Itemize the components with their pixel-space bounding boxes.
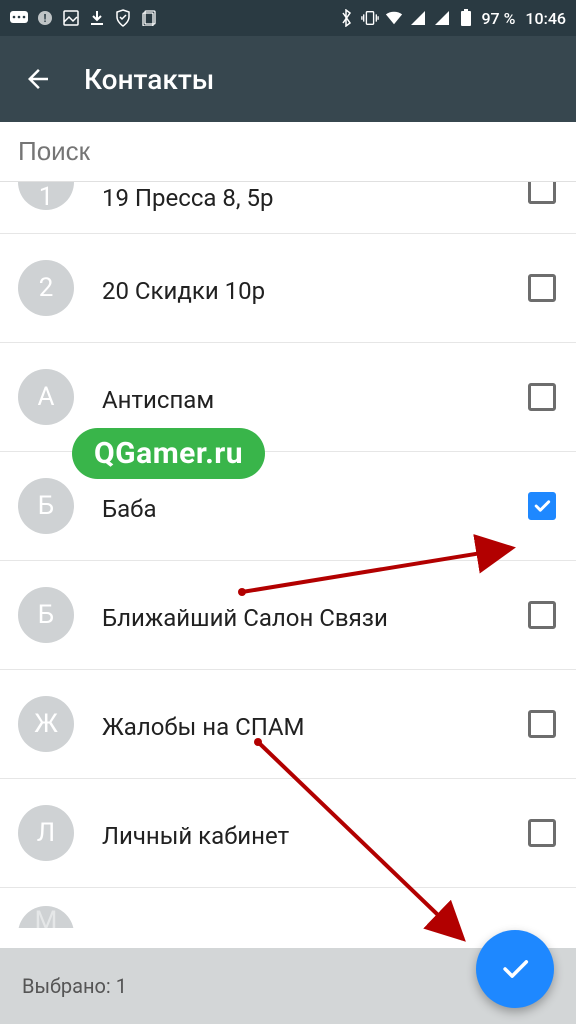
shield-icon bbox=[114, 9, 132, 27]
clipboard-icon bbox=[140, 9, 158, 27]
battery-icon bbox=[457, 9, 475, 27]
contact-list: 1 19 Пресса 8, 5p 2 20 Скидки 10р А Анти… bbox=[0, 182, 576, 928]
contact-name: Баба bbox=[102, 489, 528, 523]
avatar: Б bbox=[18, 587, 74, 643]
list-item[interactable]: 2 20 Скидки 10р bbox=[0, 234, 576, 343]
watermark-badge: QGamer.ru bbox=[72, 428, 265, 479]
annotation-arrow-1 bbox=[230, 532, 540, 606]
signal-1-icon bbox=[409, 9, 427, 27]
battery-percent: 97 % bbox=[481, 9, 515, 28]
annotation-arrow-2 bbox=[248, 734, 498, 963]
arrow-left-icon bbox=[23, 64, 53, 94]
avatar: Б bbox=[18, 478, 74, 534]
mms-icon bbox=[10, 9, 28, 27]
bluetooth-icon bbox=[337, 9, 355, 27]
svg-text:!: ! bbox=[44, 12, 47, 25]
checkbox[interactable] bbox=[528, 383, 556, 411]
back-button[interactable] bbox=[18, 59, 58, 99]
page-title: Контакты bbox=[84, 63, 214, 96]
avatar: А bbox=[18, 369, 74, 425]
check-icon bbox=[498, 952, 532, 986]
checkbox[interactable] bbox=[528, 492, 556, 520]
contact-name: 19 Пресса 8, 5p bbox=[102, 182, 528, 212]
confirm-fab[interactable] bbox=[476, 930, 554, 1008]
selected-label: Выбрано: 1 bbox=[22, 974, 127, 998]
checkbox[interactable] bbox=[528, 819, 556, 847]
clock: 10:46 bbox=[525, 9, 566, 28]
contact-name: Антиспам bbox=[102, 380, 528, 414]
status-right-icons: 97 % 10:46 bbox=[337, 9, 566, 28]
wifi-icon bbox=[385, 9, 403, 27]
vibrate-icon bbox=[361, 9, 379, 27]
checkbox[interactable] bbox=[528, 274, 556, 302]
avatar: Л bbox=[18, 805, 74, 861]
checkbox[interactable] bbox=[528, 710, 556, 738]
download-icon bbox=[88, 9, 106, 27]
signal-2-icon bbox=[433, 9, 451, 27]
avatar: 1 bbox=[18, 182, 74, 210]
avatar: Ж bbox=[18, 696, 74, 752]
checkbox[interactable] bbox=[528, 182, 556, 204]
list-item[interactable]: 1 19 Пресса 8, 5p bbox=[0, 182, 576, 234]
avatar: М bbox=[18, 906, 74, 928]
status-bar: ! 97 % 10:4 bbox=[0, 0, 576, 36]
avatar: 2 bbox=[18, 260, 74, 316]
contact-name: 20 Скидки 10р bbox=[102, 271, 528, 305]
app-bar: Контакты bbox=[0, 36, 576, 122]
search-row bbox=[0, 122, 576, 182]
status-left-icons: ! bbox=[10, 9, 158, 27]
image-icon bbox=[62, 9, 80, 27]
search-input[interactable] bbox=[18, 136, 558, 167]
bug-icon: ! bbox=[36, 9, 54, 27]
